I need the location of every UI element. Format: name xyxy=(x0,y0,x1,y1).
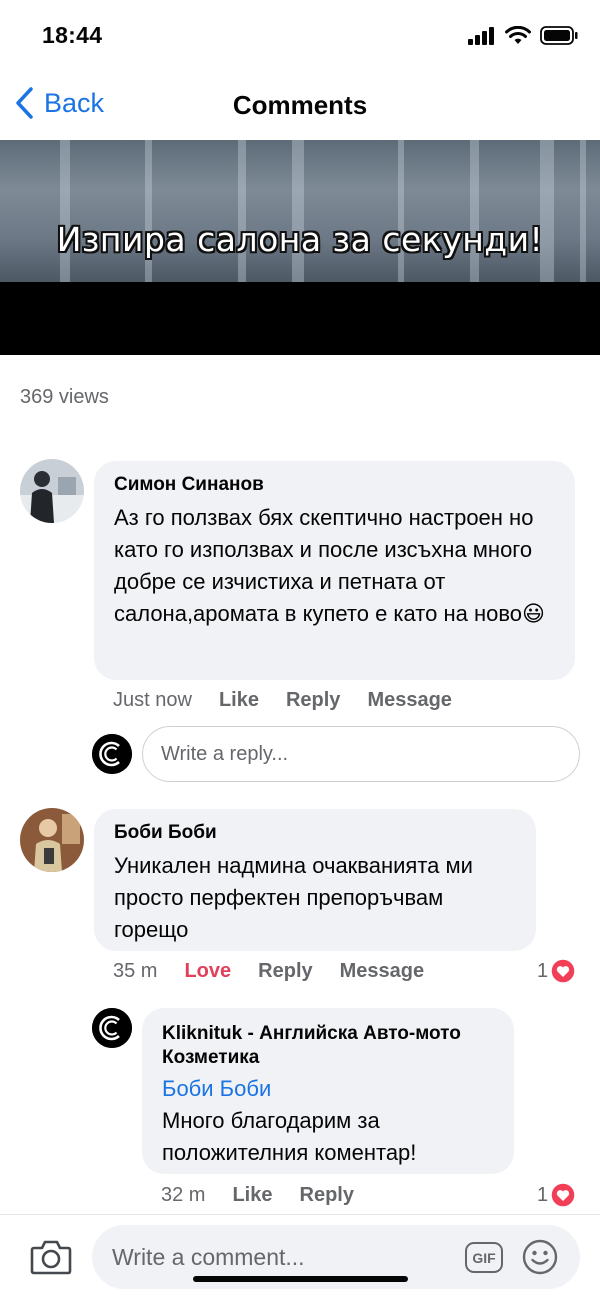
video-frame xyxy=(0,140,600,282)
message-button[interactable]: Message xyxy=(367,689,452,712)
comment-placeholder: Write a comment... xyxy=(112,1243,305,1270)
views-count: 369 views xyxy=(20,386,109,408)
reply-button[interactable]: Reply xyxy=(258,960,312,983)
status-time: 18:44 xyxy=(42,22,103,48)
like-button[interactable]: Like xyxy=(219,689,259,712)
comment-actions: 35 m Love Reply Message xyxy=(113,960,451,983)
battery-icon xyxy=(540,26,578,45)
home-indicator xyxy=(193,1276,408,1282)
avatar[interactable] xyxy=(20,459,84,523)
camera-icon xyxy=(30,1240,72,1275)
gif-button[interactable]: GIF xyxy=(465,1242,503,1273)
comment-composer: Write a comment... GIF xyxy=(0,1214,600,1299)
signal-icon xyxy=(468,26,494,45)
status-icons xyxy=(468,26,578,45)
status-bar: 18:44 xyxy=(0,0,600,72)
reply-time: 32 m xyxy=(161,1184,206,1206)
reply-input[interactable]: Write a reply... xyxy=(142,726,580,782)
brand-logo-icon xyxy=(92,1008,132,1048)
video-caption: Изпира салона за секунди! xyxy=(56,220,544,259)
avatar[interactable] xyxy=(20,808,84,872)
reaction-count: 1 xyxy=(537,1183,549,1206)
comment-body: Аз го ползвах бях скептично настроен но … xyxy=(114,505,534,626)
comment-author[interactable]: Боби Боби xyxy=(114,821,516,845)
comment-text: Аз го ползвах бях скептично настроен но … xyxy=(114,502,555,630)
reaction-summary[interactable]: 1 xyxy=(537,958,576,984)
reply-bubble: Kliknituk - Английска Авто-мото Козметик… xyxy=(142,1008,514,1174)
like-button[interactable]: Like xyxy=(232,1184,272,1207)
reaction-count: 1 xyxy=(537,959,549,982)
wifi-icon xyxy=(505,26,531,44)
smiley-emoji-icon: 😃 xyxy=(522,601,545,626)
reply-button[interactable]: Reply xyxy=(286,689,340,712)
love-reaction-icon xyxy=(550,1182,576,1208)
reply-button[interactable]: Reply xyxy=(300,1184,354,1207)
comment-time: Just now xyxy=(113,689,192,711)
page-title: Comments xyxy=(232,90,368,120)
emoji-icon xyxy=(522,1239,558,1275)
comment-bubble: Боби Боби Уникален надмина очакванията м… xyxy=(94,809,536,951)
message-button[interactable]: Message xyxy=(340,960,425,983)
mention-link[interactable]: Боби Боби xyxy=(162,1073,494,1105)
camera-button[interactable] xyxy=(30,1237,72,1277)
comment-author[interactable]: Симон Синанов xyxy=(114,473,555,497)
brand-logo-icon xyxy=(92,734,132,774)
nav-bar: Back Comments xyxy=(0,72,600,140)
comment-time: 35 m xyxy=(113,960,158,982)
reaction-summary[interactable]: 1 xyxy=(537,1182,576,1208)
emoji-button[interactable] xyxy=(522,1239,558,1275)
reply-placeholder: Write a reply... xyxy=(161,742,289,765)
reply-author[interactable]: Kliknituk - Английска Авто-мото Козметик… xyxy=(162,1022,494,1070)
comment-actions: Just now Like Reply Message xyxy=(113,689,479,712)
comment-text: Уникален надмина очакванията ми просто п… xyxy=(114,853,473,942)
reply-actions: 32 m Like Reply xyxy=(161,1184,381,1207)
video-player[interactable]: Изпира салона за секунди! xyxy=(0,140,600,355)
love-reaction-icon xyxy=(550,958,576,984)
love-button[interactable]: Love xyxy=(184,960,231,983)
comment-bubble: Симон Синанов Аз го ползвах бях скептичн… xyxy=(94,461,575,680)
reply-text: Много благодарим за положителния комента… xyxy=(162,1108,417,1165)
